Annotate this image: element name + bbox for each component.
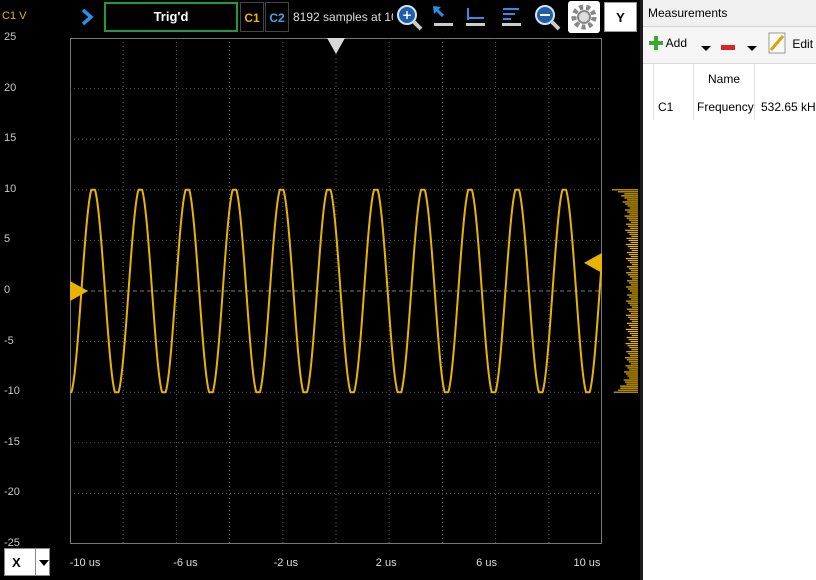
ruler-pencil-icon	[768, 32, 786, 54]
measurements-panel: Measurements Add Edit Name C1 Frequency 53…	[643, 0, 816, 580]
x-axis-label: X	[12, 555, 21, 570]
remove-measurement-button[interactable]	[721, 40, 735, 54]
column-header-name[interactable]: Name	[708, 72, 740, 86]
x-tick-label: -6 us	[173, 557, 198, 569]
y-tick-label: 10	[4, 182, 17, 195]
x-axis-selector[interactable]: X	[4, 548, 50, 576]
add-dropdown-chevron-icon[interactable]	[701, 41, 711, 55]
x-tick-label: 10 us	[573, 557, 601, 569]
measurements-toolbar: Add Edit	[643, 27, 816, 64]
waveform-plot[interactable]	[70, 38, 602, 544]
x-tick-label: -2 us	[273, 557, 299, 569]
samples-info: 8192 samples at 10	[293, 10, 393, 24]
measurement-name-cell[interactable]: Frequency	[697, 100, 754, 114]
trigger-level-marker[interactable]	[584, 252, 602, 273]
y-tick-label: -15	[4, 435, 20, 448]
zoom-in-icon[interactable]: +	[394, 2, 424, 32]
measurement-channel-cell[interactable]: C1	[658, 100, 673, 114]
edit-label: Edit	[792, 37, 814, 51]
scope-view: Trig'd C1 C2 8192 samples at 10 + Y C1 V…	[0, 0, 640, 580]
level-histogram	[584, 189, 638, 393]
minus-icon	[721, 45, 735, 50]
add-measurement-button[interactable]: Add	[649, 36, 687, 50]
x-tick-label: 2 us	[375, 557, 397, 569]
channel-offset-marker[interactable]	[70, 281, 88, 301]
y-tick-label: 5	[4, 233, 11, 246]
zoom-out-icon[interactable]	[532, 2, 562, 32]
channel-units-label: C1 V	[2, 10, 27, 22]
channel-c1-button[interactable]: C1	[240, 2, 264, 32]
settings-gear-icon[interactable]	[568, 1, 600, 33]
x-tick-label: -10 us	[69, 557, 101, 569]
y-tick-label: 20	[4, 81, 17, 94]
y-tick-label: 25	[4, 31, 17, 43]
trigger-status[interactable]: Trig'd	[104, 2, 238, 32]
y-tick-label: 15	[4, 132, 17, 145]
ruler-icon[interactable]	[498, 4, 524, 30]
run-arrow-icon[interactable]	[76, 6, 98, 28]
chevron-down-icon[interactable]	[35, 549, 52, 575]
measure-cursor-icon[interactable]	[462, 4, 488, 30]
remove-dropdown-chevron-icon[interactable]	[747, 41, 757, 55]
cursor-arrow-icon[interactable]	[430, 4, 456, 30]
measurement-value-cell[interactable]: 532.65 kHz	[761, 100, 816, 114]
svg-text:+: +	[402, 8, 412, 22]
y-tick-label: 0	[4, 284, 11, 296]
trigger-time-marker[interactable]	[327, 38, 345, 54]
plus-icon	[649, 36, 663, 50]
measurements-title: Measurements	[643, 0, 816, 27]
y-tick-label: -5	[4, 334, 14, 347]
y-tick-label: -10	[4, 385, 20, 398]
edit-measurement-button[interactable]: Edit	[767, 31, 813, 55]
channel-c2-button[interactable]: C2	[265, 2, 289, 32]
x-tick-label: 6 us	[476, 557, 497, 569]
y-axis-button[interactable]: Y	[604, 2, 637, 32]
add-label: Add	[665, 36, 688, 50]
y-tick-label: -20	[4, 486, 20, 499]
